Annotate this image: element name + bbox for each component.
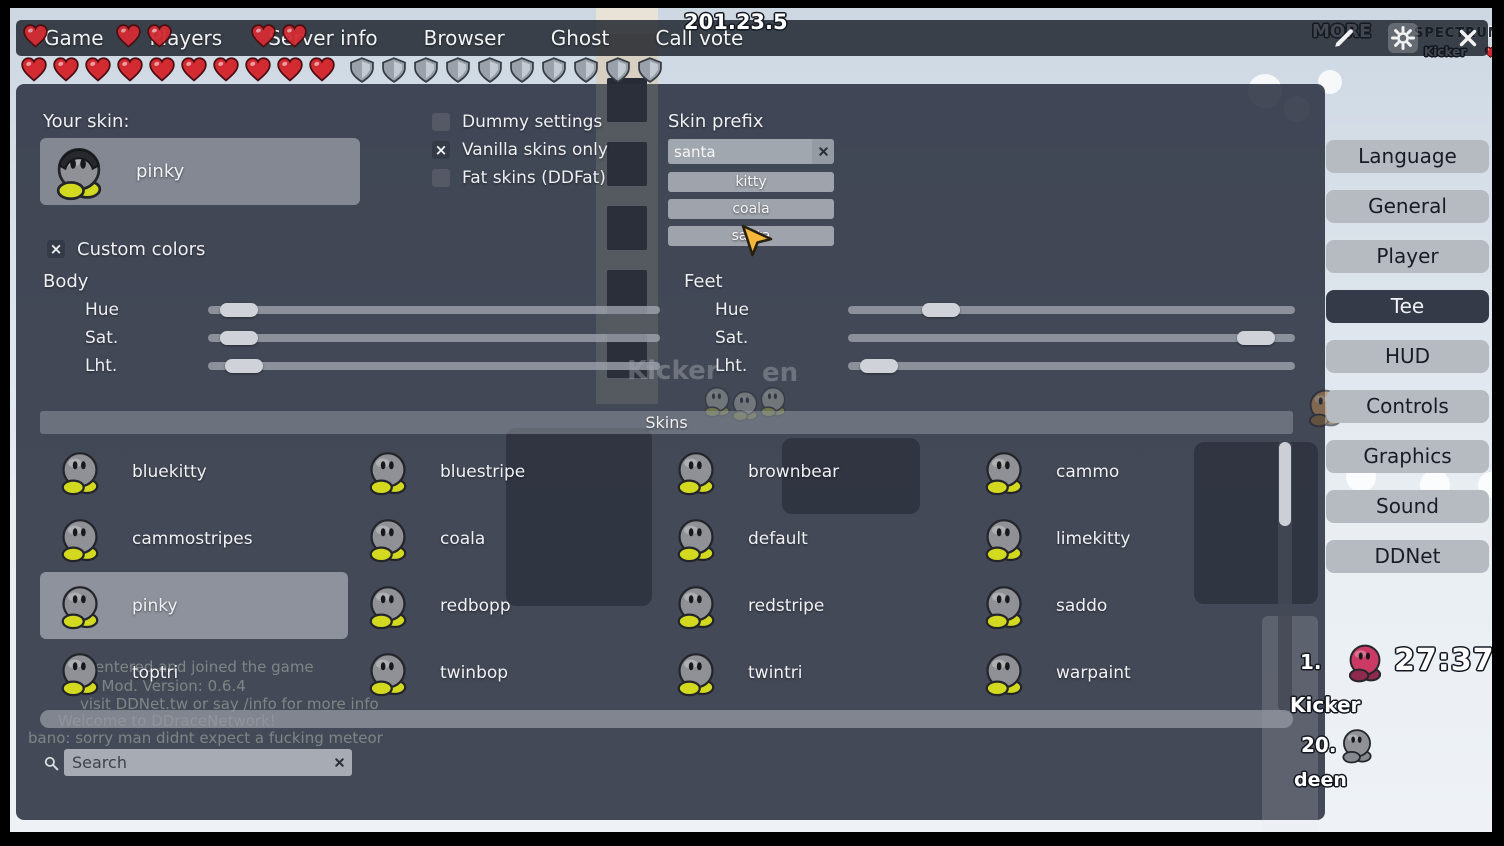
game-hud: 1. 27:37 Kicker 20. deen: [0, 0, 1504, 846]
cursor-arrow: [738, 222, 778, 262]
letterbox-bottom: [0, 832, 1504, 846]
race-player-2: deen: [1294, 769, 1347, 791]
tee-icon: [1344, 641, 1386, 683]
screen: Kicker en entered and joined the gamek M…: [0, 0, 1504, 846]
letterbox-top: [0, 0, 1504, 8]
race-time: 27:37: [1394, 643, 1495, 678]
letterbox-right: [1492, 0, 1504, 846]
letterbox-left: [0, 0, 10, 846]
race-player-1: Kicker: [1290, 693, 1360, 717]
tee-icon: [1338, 726, 1376, 764]
race-rank-2: 20.: [1301, 733, 1336, 757]
race-rank-1: 1.: [1300, 650, 1322, 674]
